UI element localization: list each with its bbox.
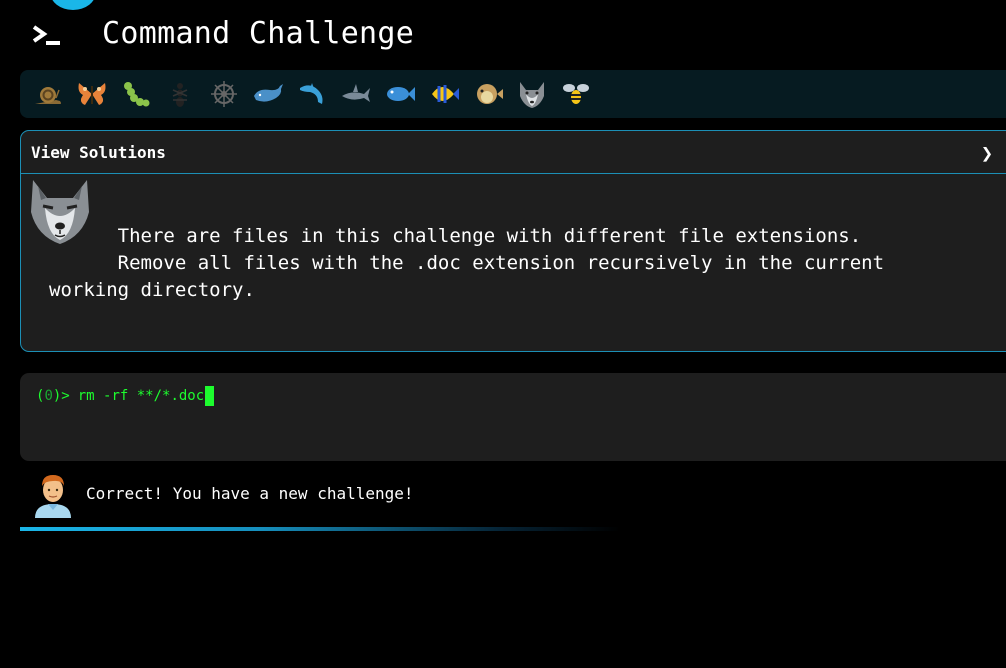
terminal[interactable]: (0)> rm -rf **/*.doc	[20, 373, 1006, 461]
ant-icon[interactable]	[158, 74, 202, 114]
tropical-fish-icon[interactable]	[422, 74, 466, 114]
butterfly-icon[interactable]	[70, 74, 114, 114]
person-avatar-icon	[35, 475, 71, 518]
terminal-prompt-icon	[32, 25, 60, 45]
chevron-right-icon[interactable]: ❯	[981, 141, 993, 165]
terminal-input-line[interactable]: (0)> rm -rf **/*.doc	[36, 386, 215, 406]
fish-icon[interactable]	[378, 74, 422, 114]
wolf-icon[interactable]	[510, 74, 554, 114]
bug-icon[interactable]	[114, 74, 158, 114]
view-solutions-label: View Solutions	[31, 143, 166, 162]
dolphin-icon[interactable]	[290, 74, 334, 114]
progress-bar	[20, 527, 620, 531]
level-strip	[20, 70, 1006, 118]
shark-icon[interactable]	[334, 74, 378, 114]
view-solutions-toggle[interactable]: View Solutions ❯	[21, 131, 1006, 174]
page: Command Challenge View Solutions ❯ There…	[0, 0, 1006, 668]
terminal-prompt: (0)>	[36, 388, 70, 404]
terminal-cursor	[205, 386, 215, 406]
page-title: Command Challenge	[102, 16, 415, 51]
snail-icon[interactable]	[26, 74, 70, 114]
challenge-description: There are files in this challenge with d…	[49, 225, 885, 301]
solutions-panel: View Solutions ❯ There are files in this…	[20, 130, 1006, 352]
header: Command Challenge	[20, 0, 1000, 66]
top-badge	[50, 0, 96, 10]
terminal-command[interactable]: rm -rf **/*.doc	[78, 386, 204, 406]
ship-wheel-icon[interactable]	[202, 74, 246, 114]
bee-icon[interactable]	[554, 74, 598, 114]
whale-icon[interactable]	[246, 74, 290, 114]
feedback-message: Correct! You have a new challenge!	[86, 484, 414, 503]
pufferfish-icon[interactable]	[466, 74, 510, 114]
